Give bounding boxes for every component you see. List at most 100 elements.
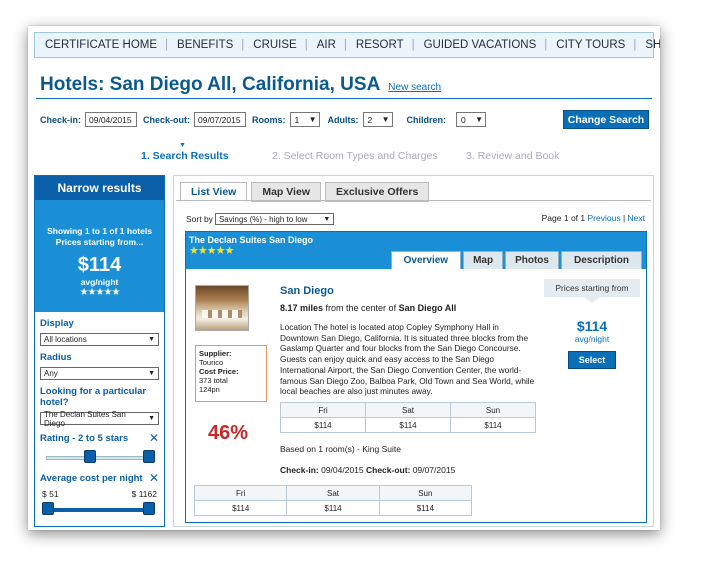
checkin-label: Check-in: (40, 114, 82, 125)
page-frame: CERTIFICATE HOME BENEFITS CRUISE AIR RES… (28, 26, 660, 530)
change-search-button[interactable]: Change Search (563, 110, 649, 129)
checkin-date: 09/04/2015 (318, 465, 366, 475)
hotel-distance: 8.17 miles from the center of San Diego … (280, 303, 456, 313)
page-title: Hotels: San Diego All, California, USA (40, 74, 381, 95)
cost-label-text: Average cost per night (40, 472, 143, 484)
sort-select[interactable]: Savings (%) - high to low ▼ (214, 213, 335, 225)
chevron-down-icon: ▼ (148, 336, 155, 343)
day-header: Sat (365, 402, 451, 418)
display-label-text: Display (40, 318, 74, 329)
cost-max-handle[interactable] (143, 502, 155, 515)
step-select-rooms: 2. Select Room Types and Charges (272, 150, 438, 162)
tab-photos[interactable]: Photos (505, 251, 559, 269)
select-button[interactable]: Select (568, 351, 616, 369)
view-tabs: List View Map View Exclusive Offers (180, 182, 433, 202)
hotel-select-value: The Declan Suites San Diego (44, 409, 126, 428)
tab-exclusive-offers[interactable]: Exclusive Offers (324, 182, 430, 202)
day-header: Fri (280, 402, 366, 418)
hotel-description: Location The hotel is located atop Cople… (280, 322, 535, 397)
cost-max: $ 1162 (131, 489, 157, 499)
adults-value: 2 (367, 114, 373, 125)
cost-min-handle[interactable] (42, 502, 54, 515)
rating-min-handle[interactable] (84, 450, 96, 463)
rating-max-handle[interactable] (143, 450, 155, 463)
hotel-photo[interactable] (195, 285, 249, 331)
hotel-card-header: The Declan Suites San Diego ★★★★★ Overvi… (186, 232, 646, 269)
rooms-select[interactable]: 1 ▼ (289, 112, 320, 127)
cost-per-night: 124pn (199, 385, 220, 394)
clear-rating-icon[interactable]: ✕ (149, 431, 159, 445)
sidebar-heading: Narrow results (35, 176, 164, 200)
search-bar: Check-in: 09/04/2015 Check-out: 09/07/20… (40, 112, 494, 127)
tab-map-view[interactable]: Map View (251, 182, 321, 202)
star-rating-icon: ★★★★★ (189, 245, 234, 257)
next-page-link[interactable]: Next (628, 213, 645, 223)
new-search-link[interactable]: New search (388, 82, 441, 93)
hotel-search-label-text: Looking for a particular hotel? (40, 386, 147, 408)
children-value: 0 (461, 114, 466, 125)
adults-label: Adults: (327, 114, 359, 125)
day-header: Sun (450, 402, 536, 418)
showing-count: Showing 1 to 1 of 1 hotels (47, 226, 152, 236)
day-rate: $114 (280, 417, 366, 433)
children-select[interactable]: 0 ▼ (456, 112, 487, 127)
tab-map[interactable]: Map (463, 251, 504, 269)
nav-benefits[interactable]: BENEFITS (177, 39, 244, 51)
hotel-select[interactable]: The Declan Suites San Diego ▼ (40, 409, 159, 428)
radius-select[interactable]: Any ▼ (40, 367, 159, 380)
rooms-label: Rooms: (252, 114, 286, 125)
radius-label: Radius (40, 352, 159, 363)
nav-guided-vacations[interactable]: GUIDED VACATIONS (424, 39, 548, 51)
cost-slider[interactable] (42, 501, 157, 517)
nav-air[interactable]: AIR (317, 39, 347, 51)
display-select[interactable]: All locations ▼ (40, 333, 159, 346)
distance-value: 8.17 miles (280, 303, 324, 313)
sidebar-filters: Display All locations ▼ Radius Any ▼ Looki… (35, 312, 164, 529)
nav-shore-excursions[interactable]: SHORE EXCURSIONS (645, 39, 660, 51)
results-panel: List View Map View Exclusive Offers Sort… (173, 175, 654, 527)
day-header: Sun (378, 485, 473, 501)
room-rates-table: Fri Sat Sun $114 $114 $114 (193, 485, 473, 516)
adults-select[interactable]: 2 ▼ (362, 112, 393, 127)
rating-filter-label: Rating - 2 to 5 stars ✕ (40, 431, 159, 445)
day-rate: $114 (286, 500, 380, 516)
rating-slider-track (46, 456, 153, 460)
chevron-down-icon: ▼ (381, 115, 390, 124)
nav-certificate-home[interactable]: CERTIFICATE HOME (45, 39, 168, 51)
page-indicator: Page 1 of 1 (541, 213, 586, 223)
prices-from-label: Prices starting from... (55, 237, 144, 247)
tabs-divider (176, 200, 651, 201)
previous-page-link[interactable]: Previous (588, 213, 621, 223)
top-nav: CERTIFICATE HOME BENEFITS CRUISE AIR RES… (34, 32, 660, 58)
distance-place: San Diego All (398, 303, 457, 313)
checkin-label: Check-in: (280, 465, 319, 475)
cost-range-values: $ 51 $ 1162 (40, 489, 159, 499)
nav-cruise[interactable]: CRUISE (253, 39, 307, 51)
clear-cost-icon[interactable]: ✕ (149, 471, 159, 485)
radius-label-text: Radius (40, 352, 72, 363)
day-rate: $114 (365, 417, 451, 433)
chevron-down-icon: ▼ (148, 370, 155, 377)
checkin-field[interactable]: 09/04/2015 (85, 112, 138, 127)
tab-list-view[interactable]: List View (180, 182, 248, 202)
rating-slider[interactable] (42, 449, 157, 465)
nav-resort[interactable]: RESORT (356, 39, 415, 51)
hotel-card: The Declan Suites San Diego ★★★★★ Overvi… (185, 231, 647, 523)
nightly-rates-table: Fri Sat Sun $114 $114 $114 (280, 402, 536, 433)
children-label: Children: (406, 114, 447, 125)
supplier-name: Tourico (199, 358, 224, 367)
tab-description[interactable]: Description (560, 251, 642, 269)
day-rate: $114 (378, 500, 473, 516)
room-basis: Based on 1 room(s) - King Suite (280, 444, 401, 454)
day-rate: $114 (193, 500, 288, 516)
pagination: Page 1 of 1 Previous | Next (541, 213, 645, 223)
hotel-search-label: Looking for a particular hotel? (40, 386, 159, 408)
summary-avg-label: avg/night (80, 277, 119, 287)
stay-dates: Check-in: 09/04/2015 Check-out: 09/07/20… (280, 465, 455, 475)
tab-overview[interactable]: Overview (390, 251, 462, 269)
checkout-field[interactable]: 09/07/2015 (194, 112, 247, 127)
table-row: Fri Sat Sun (280, 402, 536, 418)
radius-value: Any (44, 369, 58, 378)
title-row: Hotels: San Diego All, California, USA N… (40, 74, 441, 96)
nav-city-tours[interactable]: CITY TOURS (556, 39, 636, 51)
